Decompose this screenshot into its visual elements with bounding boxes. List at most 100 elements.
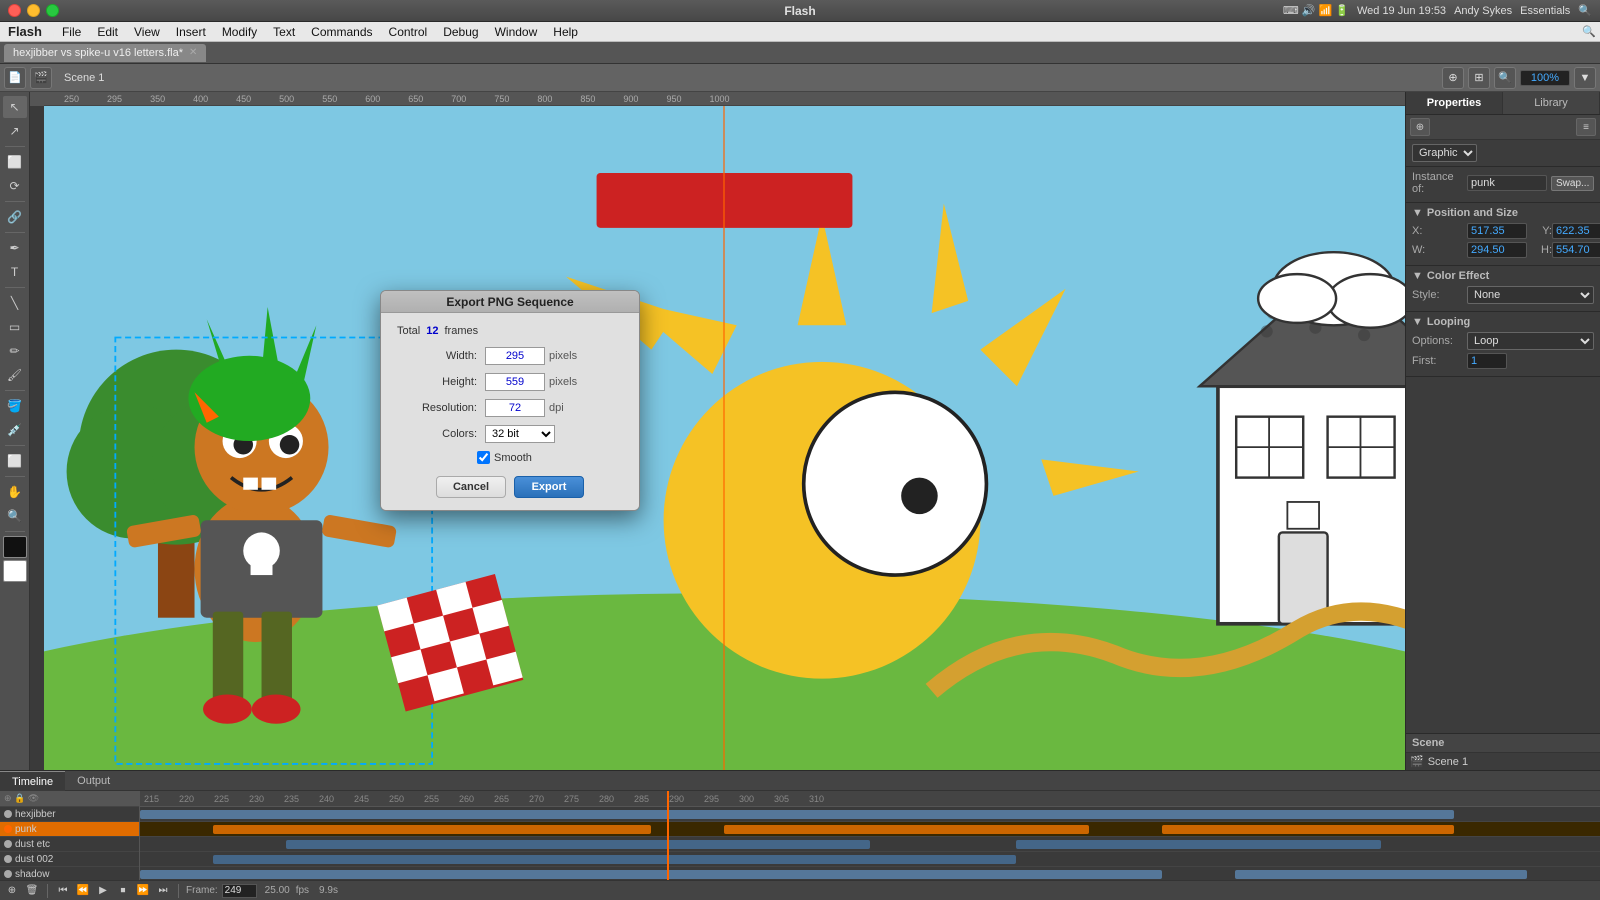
tab-close-icon[interactable]: ✕ [189, 47, 197, 58]
first-input[interactable] [1467, 353, 1507, 369]
y-input[interactable] [1552, 223, 1600, 239]
3d-rotation-tool[interactable]: ⟳ [3, 175, 27, 197]
style-dropdown[interactable]: None [1467, 286, 1594, 304]
output-tab[interactable]: Output [65, 771, 122, 791]
x-input[interactable] [1467, 223, 1527, 239]
menu-text[interactable]: Text [265, 22, 303, 42]
frame-input[interactable] [222, 884, 257, 898]
collapse-icon[interactable]: ▼ [1412, 207, 1423, 219]
stroke-color[interactable] [3, 536, 27, 558]
layer-hexjibber[interactable]: hexjibber [0, 807, 139, 822]
filter-btn[interactable]: ⊕ [1410, 118, 1430, 136]
layer-punk-label: punk [15, 824, 37, 835]
zoom-dropdown-icon[interactable]: ▼ [1574, 67, 1596, 89]
fill-color[interactable] [3, 560, 27, 582]
left-panel: ↖ ↗ ⬜ ⟳ 🔗 ✒ T ╲ ▭ ✏ 🖌 🪣 💉 ⬜ ✋ 🔍 [0, 92, 30, 770]
menu-insert[interactable]: Insert [168, 22, 214, 42]
export-png-dialog[interactable]: Export PNG Sequence Total 12 frames Widt… [380, 290, 640, 511]
tab-library[interactable]: Library [1503, 92, 1600, 114]
toolbar: 📄 🎬 Scene 1 ⊕ ⊞ 🔍 100% ▼ [0, 64, 1600, 92]
layer-header: ⊕ 🔒 👁 [0, 791, 139, 807]
menu-window[interactable]: Window [487, 22, 546, 42]
dust-etc-bar [286, 840, 870, 849]
minimize-button[interactable] [27, 4, 40, 17]
delete-layer-btn[interactable]: 🗑 [24, 883, 40, 899]
layer-dust-etc[interactable]: dust etc [0, 837, 139, 852]
options-btn[interactable]: ≡ [1576, 118, 1596, 136]
menu-help[interactable]: Help [545, 22, 586, 42]
document-tab[interactable]: hexjibber vs spike-u v16 letters.fla* ✕ [4, 44, 206, 62]
brush-tool[interactable]: 🖌 [3, 364, 27, 386]
subselect-tool[interactable]: ↗ [3, 120, 27, 142]
menu-debug[interactable]: Debug [435, 22, 486, 42]
timeline-tab[interactable]: Timeline [0, 771, 65, 791]
width-row: Width: pixels [397, 347, 623, 365]
tab-properties[interactable]: Properties [1406, 92, 1503, 114]
swap-button[interactable]: Swap... [1551, 176, 1594, 191]
colors-label: Colors: [397, 428, 477, 440]
dialog-title-bar: Export PNG Sequence [381, 291, 639, 313]
snap-icon[interactable]: ⊕ [1442, 67, 1464, 89]
prev-frame-btn[interactable]: ⏪ [75, 883, 91, 899]
smooth-checkbox[interactable] [477, 451, 490, 464]
hand-tool[interactable]: ✋ [3, 481, 27, 503]
zoom-icon[interactable]: 🔍 [1494, 67, 1516, 89]
pencil-tool[interactable]: ✏ [3, 340, 27, 362]
grid-icon[interactable]: ⊞ [1468, 67, 1490, 89]
scene-item[interactable]: 🎬 Scene 1 [1406, 753, 1600, 770]
new-scene-btn[interactable]: 📄 [4, 67, 26, 89]
color-effect-collapse-icon[interactable]: ▼ [1412, 270, 1423, 282]
stop-btn[interactable]: ⏹ [115, 883, 131, 899]
menu-modify[interactable]: Modify [214, 22, 265, 42]
next-frame-btn[interactable]: ⏩ [135, 883, 151, 899]
cancel-button[interactable]: Cancel [436, 476, 506, 498]
free-transform-tool[interactable]: ⬜ [3, 151, 27, 173]
layer-shadow[interactable]: shadow [0, 867, 139, 880]
h-input[interactable] [1552, 242, 1600, 258]
close-button[interactable] [8, 4, 21, 17]
loop-dropdown[interactable]: Loop [1467, 332, 1594, 350]
maximize-button[interactable] [46, 4, 59, 17]
paint-bucket-tool[interactable]: 🪣 [3, 395, 27, 417]
menu-right: 🔍 [1582, 25, 1596, 38]
app-title: Flash [784, 4, 815, 18]
layer-dust-002[interactable]: dust 002 [0, 852, 139, 867]
dust-002-bar [213, 855, 1016, 864]
looping-collapse-icon[interactable]: ▼ [1412, 316, 1423, 328]
last-frame-btn[interactable]: ⏭ [155, 883, 171, 899]
add-layer-btn[interactable]: ⊕ [4, 883, 20, 899]
timeline: Timeline Output ⊕ 🔒 👁 hexjibber punk dus… [0, 770, 1600, 900]
height-row: Height: pixels [397, 373, 623, 391]
panel-toolbar: ⊕ ≡ [1406, 115, 1600, 140]
height-input[interactable] [485, 373, 545, 391]
select-tool[interactable]: ↖ [3, 96, 27, 118]
rect-tool[interactable]: ▭ [3, 316, 27, 338]
play-btn[interactable]: ▶ [95, 883, 111, 899]
text-tool[interactable]: T [3, 261, 27, 283]
menu-view[interactable]: View [126, 22, 168, 42]
first-frame-btn[interactable]: ⏮ [55, 883, 71, 899]
mark-300: 300 [739, 794, 774, 804]
menu-edit[interactable]: Edit [89, 22, 126, 42]
mark-240: 240 [319, 794, 354, 804]
menu-control[interactable]: Control [381, 22, 436, 42]
colors-dropdown[interactable]: 32 bit 24 bit 8 bit [485, 425, 555, 443]
zoom-tool[interactable]: 🔍 [3, 505, 27, 527]
eraser-tool[interactable]: ⬜ [3, 450, 27, 472]
layer-punk[interactable]: punk [0, 822, 139, 837]
menu-file[interactable]: File [54, 22, 89, 42]
lasso-tool[interactable]: 🔗 [3, 206, 27, 228]
w-input[interactable] [1467, 242, 1527, 258]
width-input[interactable] [485, 347, 545, 365]
export-button[interactable]: Export [514, 476, 584, 498]
instance-input[interactable] [1467, 175, 1547, 191]
menu-commands[interactable]: Commands [303, 22, 380, 42]
line-tool[interactable]: ╲ [3, 292, 27, 314]
type-dropdown[interactable]: Graphic [1412, 144, 1477, 162]
pen-tool[interactable]: ✒ [3, 237, 27, 259]
search-icon[interactable]: 🔍 [1578, 4, 1592, 17]
eyedropper-tool[interactable]: 💉 [3, 419, 27, 441]
stage[interactable] [44, 106, 1405, 770]
resolution-input[interactable] [485, 399, 545, 417]
zoom-level[interactable]: 100% [1520, 70, 1570, 86]
